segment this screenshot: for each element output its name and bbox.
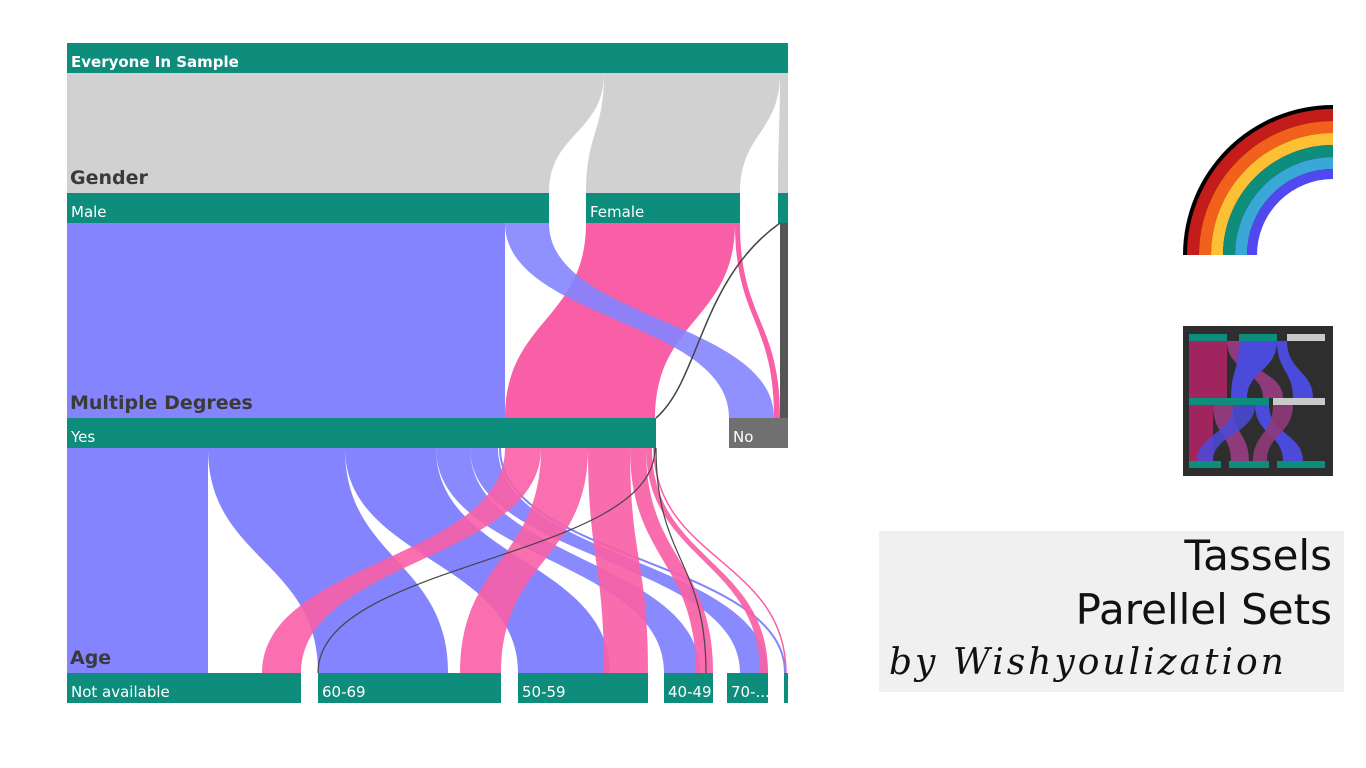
dimension-label-multiple-degrees: Multiple Degrees <box>70 392 253 414</box>
gender-bar-male[interactable] <box>67 193 549 223</box>
age-bar-40-49-label: 40-49 <box>668 683 712 701</box>
rainbow-icon <box>1183 105 1334 256</box>
ribbon-root-other[interactable] <box>778 73 788 193</box>
age-bar-70-plus-label: 70-... <box>731 683 770 701</box>
gender-bar-female-label: Female <box>590 203 644 221</box>
branding-box: Tassels Parellel Sets by Wishyoulization <box>879 531 1344 692</box>
dimension-label-age: Age <box>70 647 111 669</box>
brand-title-line1: Tassels <box>1184 531 1332 580</box>
age-bar-other[interactable] <box>784 673 788 703</box>
age-bar-60-69-label: 60-69 <box>322 683 366 701</box>
ribbon-male-yes-not-available[interactable] <box>67 448 208 673</box>
degrees-bar-yes-label: Yes <box>70 428 95 446</box>
age-bar-50-59-label: 50-59 <box>522 683 566 701</box>
age-bar-not-available-label: Not available <box>71 683 170 701</box>
gender-bar-other[interactable] <box>778 193 788 223</box>
parallel-sets-diagram: Everyone In Sample Gender Male Female Mu… <box>67 43 788 703</box>
root-bar-label: Everyone In Sample <box>71 53 239 71</box>
brand-byline: by Wishyoulization <box>889 642 1287 683</box>
ribbon-root-female[interactable] <box>586 73 780 193</box>
brand-title-line2: Parellel Sets <box>1075 585 1332 634</box>
ribbon-other-no[interactable] <box>780 223 788 418</box>
parallel-sets-thumbnail-icon <box>1183 326 1333 476</box>
gender-bar-male-label: Male <box>71 203 107 221</box>
degrees-bar-yes[interactable] <box>67 418 656 448</box>
degrees-bar-no-label: No <box>733 428 753 446</box>
ribbon-male-yes[interactable] <box>67 223 505 418</box>
dimension-label-gender: Gender <box>70 167 148 189</box>
